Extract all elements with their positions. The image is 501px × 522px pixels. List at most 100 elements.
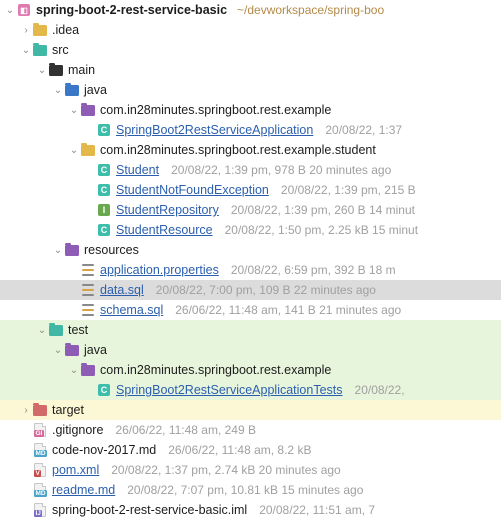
tree-row-test[interactable]: ⌄ test xyxy=(0,320,501,340)
node-label: test xyxy=(68,323,88,337)
node-label: com.in28minutes.springboot.rest.example xyxy=(100,103,331,117)
expand-arrow-icon[interactable]: › xyxy=(20,25,32,36)
tree-row-file[interactable]: V pom.xml 20/08/22, 1:37 pm, 2.74 kB 20 … xyxy=(0,460,501,480)
tree-row-resources[interactable]: ⌄ resources xyxy=(0,240,501,260)
node-label: readme.md xyxy=(52,483,115,497)
node-meta: 20/08/22, 1:39 pm, 260 B 14 minut xyxy=(231,203,415,217)
node-meta: 26/06/22, 11:48 am, 141 B 21 minutes ago xyxy=(175,303,401,317)
node-label: StudentRepository xyxy=(116,203,219,217)
node-label: data.sql xyxy=(100,283,144,297)
folder-icon xyxy=(48,322,64,338)
expand-arrow-icon[interactable]: ⌄ xyxy=(4,5,16,16)
expand-arrow-icon[interactable]: ⌄ xyxy=(36,325,48,336)
node-label: com.in28minutes.springboot.rest.example.… xyxy=(100,143,376,157)
class-icon: C xyxy=(96,162,112,178)
node-meta: 20/08/22, 7:00 pm, 109 B 22 minutes ago xyxy=(156,283,376,297)
node-label: resources xyxy=(84,243,139,257)
tree-row-class-test[interactable]: C SpringBoot2RestServiceApplicationTests… xyxy=(0,380,501,400)
tree-row-project[interactable]: ⌄ ◧ spring-boot-2-rest-service-basic ~/d… xyxy=(0,0,501,20)
tree-row-file[interactable]: application.properties 20/08/22, 6:59 pm… xyxy=(0,260,501,280)
folder-icon xyxy=(48,62,64,78)
expand-arrow-icon[interactable]: ⌄ xyxy=(36,65,48,76)
node-meta: 20/08/22, 1:39 pm, 215 B xyxy=(281,183,416,197)
node-meta: 20/08/22, 1:37 xyxy=(325,123,402,137)
markdown-file-icon: MD xyxy=(32,442,48,458)
tree-row-class[interactable]: C SpringBoot2RestServiceApplication 20/0… xyxy=(0,120,501,140)
sql-file-icon xyxy=(80,282,96,298)
maven-file-icon: V xyxy=(32,462,48,478)
excluded-folder-icon xyxy=(32,402,48,418)
node-label: pom.xml xyxy=(52,463,99,477)
expand-arrow-icon[interactable]: ⌄ xyxy=(68,365,80,376)
class-icon: C xyxy=(96,382,112,398)
tree-row-file-selected[interactable]: data.sql 20/08/22, 7:00 pm, 109 B 22 min… xyxy=(0,280,501,300)
expand-arrow-icon[interactable]: ⌄ xyxy=(68,105,80,116)
project-name: spring-boot-2-rest-service-basic xyxy=(36,3,227,17)
node-label: com.in28minutes.springboot.rest.example xyxy=(100,363,331,377)
expand-arrow-icon[interactable]: ⌄ xyxy=(20,45,32,56)
source-folder-icon xyxy=(64,82,80,98)
expand-arrow-icon[interactable]: › xyxy=(20,405,32,416)
tree-row-target[interactable]: › target xyxy=(0,400,501,420)
class-icon: C xyxy=(96,182,112,198)
tree-row-src[interactable]: ⌄ src xyxy=(0,40,501,60)
tree-row-package[interactable]: ⌄ com.in28minutes.springboot.rest.exampl… xyxy=(0,100,501,120)
tree-row-main[interactable]: ⌄ main xyxy=(0,60,501,80)
node-meta: 20/08/22, 1:37 pm, 2.74 kB 20 minutes ag… xyxy=(111,463,341,477)
tree-row-class[interactable]: C StudentResource 20/08/22, 1:50 pm, 2.2… xyxy=(0,220,501,240)
expand-arrow-icon[interactable]: ⌄ xyxy=(68,145,80,156)
node-label: SpringBoot2RestServiceApplicationTests xyxy=(116,383,343,397)
resources-folder-icon xyxy=(64,242,80,258)
node-meta: 20/08/22, xyxy=(355,383,405,397)
tree-row-class[interactable]: C Student 20/08/22, 1:39 pm, 978 B 20 mi… xyxy=(0,160,501,180)
project-icon: ◧ xyxy=(16,2,32,18)
node-label: application.properties xyxy=(100,263,219,277)
expand-arrow-icon[interactable]: ⌄ xyxy=(52,85,64,96)
tree-row-package-test[interactable]: ⌄ com.in28minutes.springboot.rest.exampl… xyxy=(0,360,501,380)
class-icon: C xyxy=(96,222,112,238)
node-meta: 26/06/22, 11:48 am, 8.2 kB xyxy=(168,443,311,457)
node-meta: 26/06/22, 11:48 am, 249 B xyxy=(115,423,256,437)
test-folder-icon xyxy=(64,342,80,358)
node-label: StudentResource xyxy=(116,223,213,237)
tree-row-file[interactable]: IJ spring-boot-2-rest-service-basic.iml … xyxy=(0,500,501,520)
node-label: java xyxy=(84,343,107,357)
tree-row-java-test[interactable]: ⌄ java xyxy=(0,340,501,360)
node-label: spring-boot-2-rest-service-basic.iml xyxy=(52,503,247,517)
tree-row-class[interactable]: C StudentNotFoundException 20/08/22, 1:3… xyxy=(0,180,501,200)
folder-icon xyxy=(32,22,48,38)
tree-row-interface[interactable]: I StudentRepository 20/08/22, 1:39 pm, 2… xyxy=(0,200,501,220)
class-icon: C xyxy=(96,122,112,138)
node-meta: 20/08/22, 1:39 pm, 978 B 20 minutes ago xyxy=(171,163,391,177)
tree-row-file[interactable]: GI .gitignore 26/06/22, 11:48 am, 249 B xyxy=(0,420,501,440)
node-meta: 20/08/22, 11:51 am, 7 xyxy=(259,503,375,517)
package-icon xyxy=(80,142,96,158)
folder-icon xyxy=(32,42,48,58)
interface-icon: I xyxy=(96,202,112,218)
node-label: code-nov-2017.md xyxy=(52,443,156,457)
node-label: java xyxy=(84,83,107,97)
package-icon xyxy=(80,362,96,378)
node-label: .idea xyxy=(52,23,79,37)
sql-file-icon xyxy=(80,302,96,318)
node-meta: 20/08/22, 7:07 pm, 10.81 kB 15 minutes a… xyxy=(127,483,363,497)
node-label: main xyxy=(68,63,95,77)
tree-row-java[interactable]: ⌄ java xyxy=(0,80,501,100)
tree-row-package[interactable]: ⌄ com.in28minutes.springboot.rest.exampl… xyxy=(0,140,501,160)
node-label: schema.sql xyxy=(100,303,163,317)
node-label: Student xyxy=(116,163,159,177)
package-icon xyxy=(80,102,96,118)
properties-file-icon xyxy=(80,262,96,278)
node-meta: 20/08/22, 1:50 pm, 2.25 kB 15 minut xyxy=(225,223,418,237)
tree-row-file[interactable]: schema.sql 26/06/22, 11:48 am, 141 B 21 … xyxy=(0,300,501,320)
tree-row-file[interactable]: MD code-nov-2017.md 26/06/22, 11:48 am, … xyxy=(0,440,501,460)
expand-arrow-icon[interactable]: ⌄ xyxy=(52,345,64,356)
project-path: ~/devworkspace/spring-boo xyxy=(237,3,384,17)
node-meta: 20/08/22, 6:59 pm, 392 B 18 m xyxy=(231,263,396,277)
node-label: .gitignore xyxy=(52,423,103,437)
tree-row-idea[interactable]: › .idea xyxy=(0,20,501,40)
expand-arrow-icon[interactable]: ⌄ xyxy=(52,245,64,256)
iml-file-icon: IJ xyxy=(32,502,48,518)
tree-row-file[interactable]: MD readme.md 20/08/22, 7:07 pm, 10.81 kB… xyxy=(0,480,501,500)
gitignore-file-icon: GI xyxy=(32,422,48,438)
